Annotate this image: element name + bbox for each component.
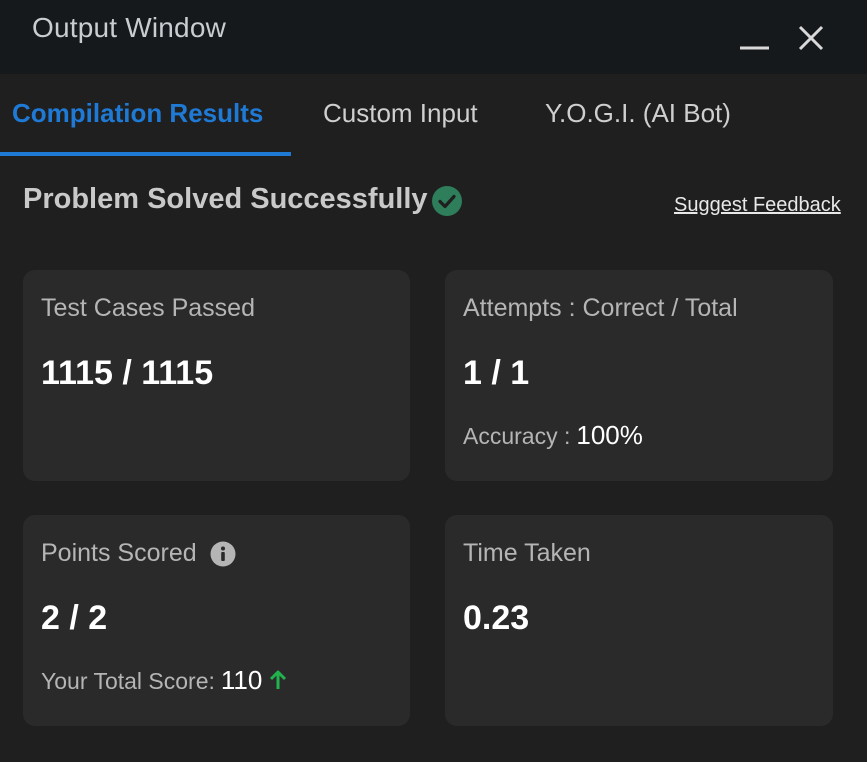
total-score-value: 110	[220, 665, 263, 695]
points-value: 2 / 2	[41, 599, 108, 637]
active-tab-indicator	[0, 152, 291, 156]
tab-compilation-results[interactable]: Compilation Results	[12, 98, 263, 129]
tab-custom-input[interactable]: Custom Input	[323, 98, 478, 129]
total-score-row: Your Total Score: 110	[41, 665, 288, 696]
total-score-label: Your Total Score:	[41, 668, 215, 694]
time-value: 0.23	[463, 599, 530, 637]
accuracy-value: 100%	[576, 420, 643, 450]
window-title: Output Window	[32, 12, 227, 43]
tab-yogi-ai-bot[interactable]: Y.O.G.I. (AI Bot)	[545, 98, 731, 129]
test-cases-label: Test Cases Passed	[41, 294, 255, 322]
time-card: Time Taken 0.23	[445, 515, 833, 726]
attempts-card: Attempts : Correct / Total 1 / 1 Accurac…	[445, 270, 833, 481]
suggest-feedback-link[interactable]: Suggest Feedback	[674, 194, 841, 217]
accuracy-row: Accuracy :100%	[463, 420, 643, 451]
tab-bar: Compilation Results Custom Input Y.O.G.I…	[0, 74, 867, 156]
points-card: Points Scored 2 / 2 Your Total Score: 110	[23, 515, 410, 726]
status-message: Problem Solved Successfully	[23, 183, 428, 215]
points-label: Points Scored	[41, 539, 197, 567]
attempts-value: 1 / 1	[463, 354, 530, 392]
time-label: Time Taken	[463, 539, 591, 567]
minimize-icon[interactable]	[738, 22, 770, 54]
attempts-label: Attempts : Correct / Total	[463, 294, 738, 322]
close-icon[interactable]	[795, 22, 827, 54]
accuracy-label: Accuracy :	[463, 423, 571, 449]
test-cases-card: Test Cases Passed 1115 / 1115	[23, 270, 410, 481]
arrow-up-icon	[270, 670, 287, 689]
check-circle-icon	[432, 186, 462, 216]
info-icon[interactable]	[210, 541, 236, 567]
title-bar: Output Window	[0, 0, 867, 74]
test-cases-value: 1115 / 1115	[41, 354, 214, 392]
